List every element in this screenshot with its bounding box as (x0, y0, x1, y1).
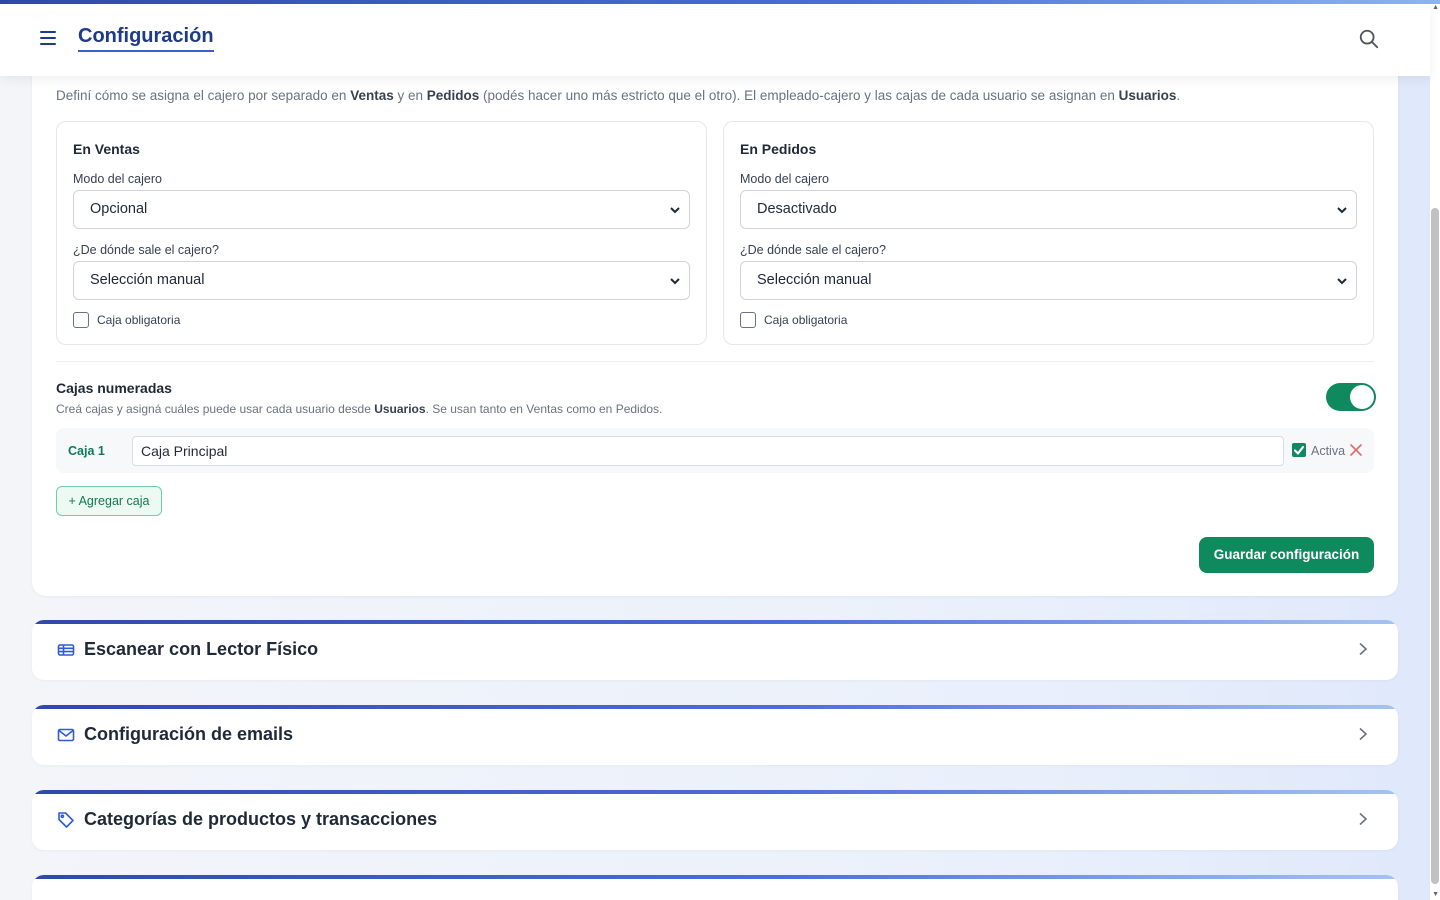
scroll-up-arrow-icon[interactable]: ▲ (1432, 4, 1439, 11)
cashier-intro-text: Definí cómo se asigna el cajero por sepa… (56, 88, 1181, 103)
pedidos-caja-obligatoria-checkbox[interactable] (740, 312, 756, 328)
mail-icon (57, 728, 75, 742)
section-accent-bar (32, 705, 1398, 709)
ventas-source-select[interactable]: Selección manual (73, 261, 690, 300)
search-icon[interactable] (1358, 28, 1380, 50)
chevron-down-icon (670, 207, 680, 214)
section-accent-bar (32, 790, 1398, 794)
page-title: Configuración (78, 25, 214, 52)
toggle-knob (1350, 385, 1374, 409)
chevron-down-icon (1337, 278, 1347, 285)
pedidos-settings-box: En Pedidos Modo del cajero Desactivado ¿… (723, 121, 1374, 345)
ventas-caja-obligatoria-row: Caja obligatoria (73, 312, 180, 328)
hamburger-menu-icon[interactable] (40, 31, 56, 45)
section-divider (56, 361, 1374, 362)
section-title: Categorías de productos y transacciones (84, 809, 438, 829)
pedidos-caja-obligatoria-label: Caja obligatoria (764, 313, 848, 327)
barcode-icon (57, 644, 75, 656)
section-title: Escanear con Lector Físico (84, 639, 319, 659)
ventas-settings-box: En Ventas Modo del cajero Opcional ¿De d… (56, 121, 707, 345)
scrollbar-thumb[interactable] (1431, 208, 1439, 884)
pedidos-mode-select[interactable]: Desactivado (740, 190, 1357, 229)
cashier-settings-card: Definí cómo se asigna el cajero por sepa… (32, 40, 1398, 596)
pedidos-source-value: Selección manual (757, 272, 872, 288)
pedidos-mode-label: Modo del cajero (740, 172, 829, 186)
ventas-title: En Ventas (73, 141, 140, 157)
section-title: Configuración de emails (84, 724, 294, 744)
app-header: Configuración (0, 4, 1430, 76)
save-config-button[interactable]: Guardar configuración (1199, 537, 1374, 573)
chevron-right-icon (1359, 727, 1368, 741)
section-categories[interactable]: Categorías de productos y transacciones (32, 790, 1398, 850)
section-emails[interactable]: Configuración de emails (32, 705, 1398, 765)
caja-number-label: Caja 1 (68, 444, 105, 458)
pedidos-mode-value: Desactivado (757, 201, 837, 217)
pedidos-caja-obligatoria-row: Caja obligatoria (740, 312, 847, 328)
scroll-down-arrow-icon[interactable]: ▼ (1432, 891, 1439, 898)
chevron-right-icon (1359, 812, 1368, 826)
ventas-mode-label: Modo del cajero (73, 172, 162, 186)
cajas-numeradas-toggle[interactable] (1326, 383, 1376, 411)
scrollbar-track[interactable]: ▲ ▼ (1430, 0, 1440, 900)
chevron-down-icon (670, 278, 680, 285)
caja-row: Caja 1 Caja Principal Activa (56, 428, 1374, 473)
section-partial[interactable] (32, 875, 1398, 900)
add-caja-button[interactable]: + Agregar caja (56, 486, 162, 516)
ventas-caja-obligatoria-label: Caja obligatoria (97, 313, 181, 327)
tag-icon (58, 812, 74, 828)
section-accent-bar (32, 875, 1398, 879)
remove-caja-icon[interactable] (1349, 443, 1363, 457)
chevron-right-icon (1359, 642, 1368, 656)
section-accent-bar (32, 620, 1398, 624)
chevron-down-icon (1337, 207, 1347, 214)
pedidos-source-label: ¿De dónde sale el cajero? (740, 243, 886, 257)
caja-active-label: Activa (1311, 444, 1346, 458)
pedidos-title: En Pedidos (740, 141, 817, 157)
cajas-numeradas-title: Cajas numeradas (56, 380, 172, 396)
ventas-source-label: ¿De dónde sale el cajero? (73, 243, 219, 257)
top-accent-line (0, 0, 1440, 4)
caja-active-checkbox[interactable] (1292, 443, 1306, 457)
ventas-mode-select[interactable]: Opcional (73, 190, 690, 229)
pedidos-source-select[interactable]: Selección manual (740, 261, 1357, 300)
ventas-caja-obligatoria-checkbox[interactable] (73, 312, 89, 328)
section-scanner[interactable]: Escanear con Lector Físico (32, 620, 1398, 680)
ventas-mode-value: Opcional (90, 201, 148, 217)
ventas-source-value: Selección manual (90, 272, 205, 288)
caja-name-input[interactable]: Caja Principal (132, 436, 1284, 466)
cajas-numeradas-description: Creá cajas y asigná cuáles puede usar ca… (56, 402, 663, 416)
